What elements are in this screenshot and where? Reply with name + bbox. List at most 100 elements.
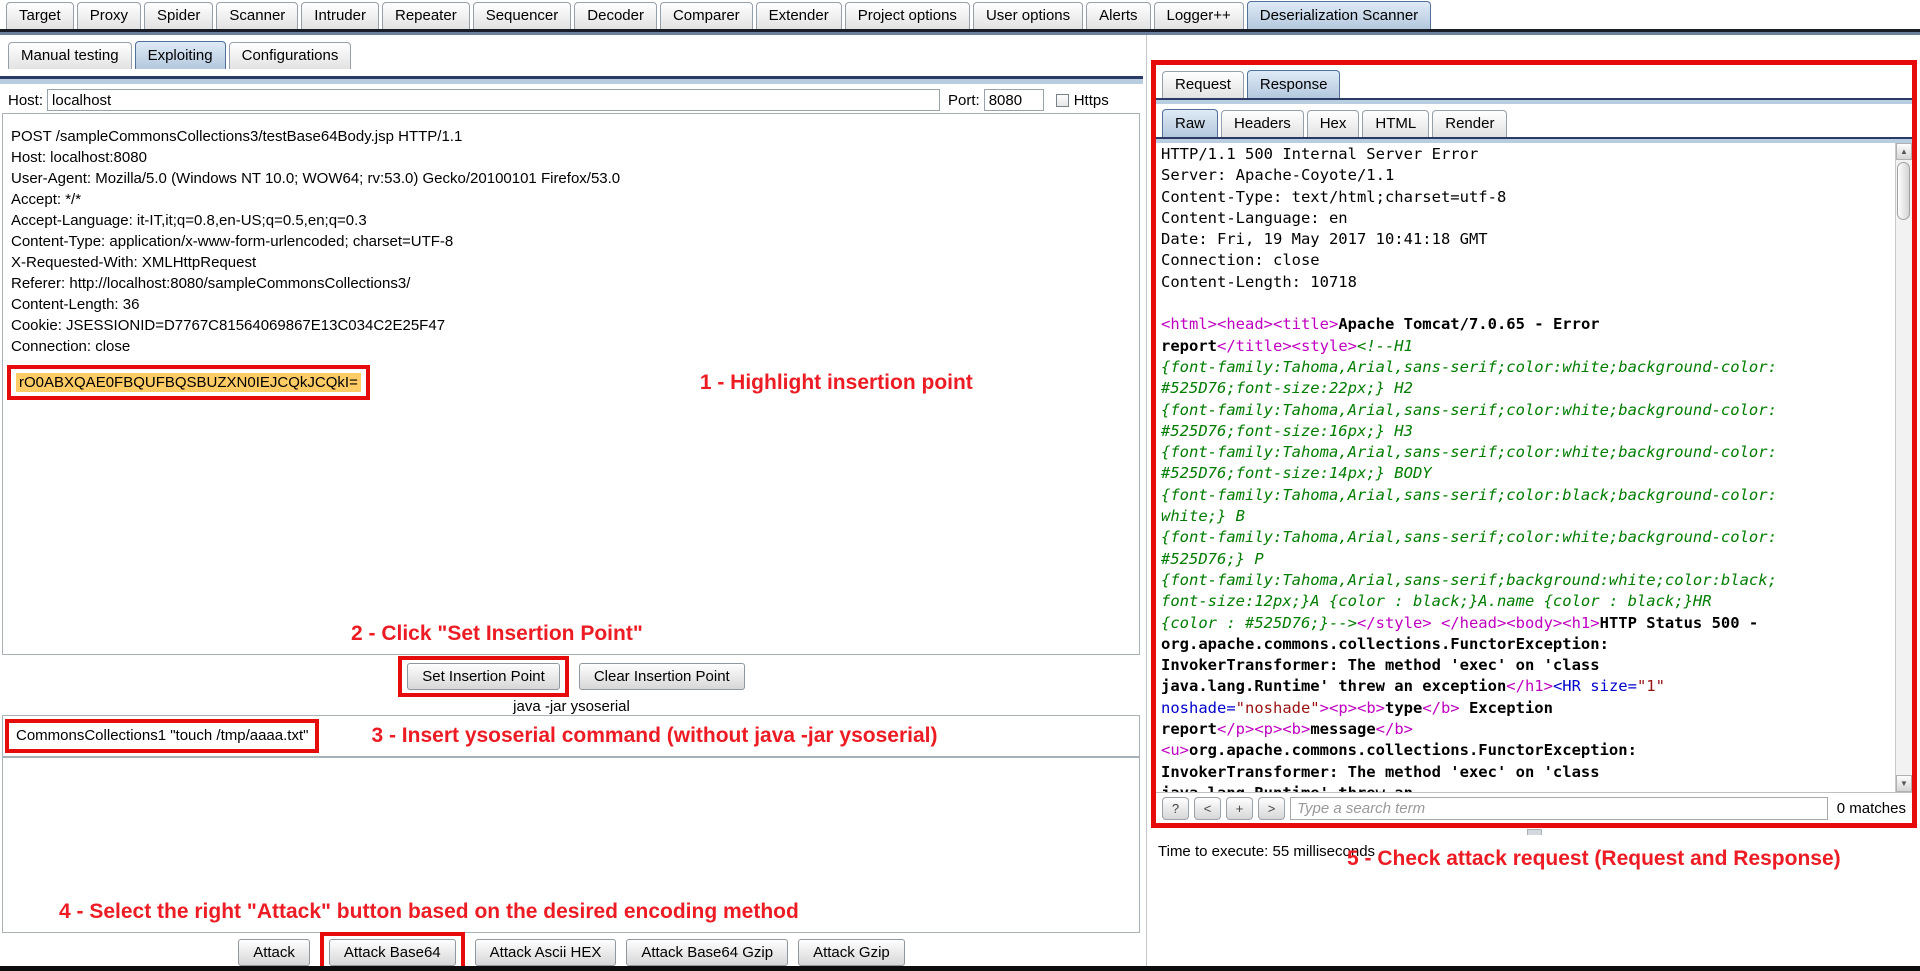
response-line: InvokerTransformer: The method 'exec' on… (1161, 763, 1892, 784)
scroll-down-icon[interactable]: ▼ (1896, 775, 1912, 792)
response-line: font-size:12px;}A {color : black;}A.name… (1161, 592, 1892, 613)
main-tab-comparer[interactable]: Comparer (660, 2, 753, 29)
main-tab-target[interactable]: Target (6, 2, 74, 29)
annotation-3: 3 - Insert ysoserial command (without ja… (371, 724, 937, 748)
request-editor[interactable]: POST /sampleCommonsCollections3/testBase… (2, 113, 1140, 655)
view-tab-raw[interactable]: Raw (1162, 109, 1218, 137)
request-line: Accept-Language: it-IT,it;q=0.8,en-US;q=… (11, 210, 1131, 231)
request-line: Referer: http://localhost:8080/sampleCom… (11, 273, 1131, 294)
exploit-output-area[interactable]: 4 - Select the right "Attack" button bas… (2, 757, 1140, 933)
search-prev-button[interactable]: < (1194, 797, 1221, 820)
response-line: #525D76;font-size:16px;} H3 (1161, 422, 1892, 443)
main-tab-sequencer[interactable]: Sequencer (473, 2, 572, 29)
annotation-4: 4 - Select the right "Attack" button bas… (59, 900, 799, 924)
port-input[interactable] (984, 89, 1044, 111)
attack-gzip-button[interactable]: Attack Gzip (798, 939, 905, 966)
response-line: org.apache.commons.collections.FunctorEx… (1161, 635, 1892, 656)
search-matches-count: 0 matches (1837, 800, 1906, 817)
response-line: Content-Length: 10718 (1161, 273, 1892, 294)
sub-tab-manual-testing[interactable]: Manual testing (8, 42, 132, 69)
request-line: Host: localhost:8080 (11, 147, 1131, 168)
main-tab-spider[interactable]: Spider (144, 2, 213, 29)
response-line: Content-Language: en (1161, 209, 1892, 230)
main-tab-proxy[interactable]: Proxy (77, 2, 141, 29)
request-line: POST /sampleCommonsCollections3/testBase… (11, 126, 1131, 147)
view-tab-headers[interactable]: Headers (1221, 110, 1304, 137)
sub-tab-configurations[interactable]: Configurations (229, 42, 352, 69)
annotation-5: 5 - Check attack request (Request and Re… (1347, 847, 1841, 871)
tab-response[interactable]: Response (1247, 70, 1341, 98)
scrollbar-thumb[interactable] (1897, 162, 1910, 220)
attack-base64-gzip-button[interactable]: Attack Base64 Gzip (626, 939, 788, 966)
deserialization-scanner-panel: Manual testingExploitingConfigurations H… (0, 35, 1143, 971)
sub-tab-exploiting[interactable]: Exploiting (135, 41, 226, 69)
set-insertion-point-button[interactable]: Set Insertion Point (407, 663, 560, 690)
main-tab-extender[interactable]: Extender (756, 2, 842, 29)
main-tab-user-options[interactable]: User options (973, 2, 1083, 29)
sub-tab-underline-2 (0, 79, 1143, 84)
https-checkbox[interactable] (1056, 94, 1069, 107)
main-tab-decoder[interactable]: Decoder (574, 2, 657, 29)
search-controls: ?<+> (1162, 797, 1285, 820)
ysoserial-command-value[interactable]: CommonsCollections1 "touch /tmp/aaaa.txt… (16, 727, 308, 744)
search-bar: ?<+> 0 matches (1156, 792, 1912, 823)
attack-ascii-hex-button[interactable]: Attack Ascii HEX (475, 939, 617, 966)
response-scrollbar[interactable]: ▲ ▼ (1895, 143, 1912, 792)
response-line: #525D76;font-size:22px;} H2 (1161, 379, 1892, 400)
main-tab-project-options[interactable]: Project options (845, 2, 970, 29)
annotation-2: 2 - Click "Set Insertion Point" (351, 623, 643, 644)
status-strip: Time to execute: 55 milliseconds 5 - Che… (1151, 835, 1920, 965)
response-line: InvokerTransformer: The method 'exec' on… (1161, 656, 1892, 677)
main-tab-repeater[interactable]: Repeater (382, 2, 470, 29)
search-help-button[interactable]: ? (1162, 797, 1189, 820)
insertion-button-row: Set Insertion Point Clear Insertion Poin… (0, 655, 1143, 697)
annotation-1: 1 - Highlight insertion point (700, 372, 973, 393)
search-case-button[interactable]: + (1226, 797, 1253, 820)
response-line: white;} B (1161, 507, 1892, 528)
request-headers: POST /sampleCommonsCollections3/testBase… (11, 126, 1131, 357)
main-tab-scanner[interactable]: Scanner (216, 2, 298, 29)
main-tab-deserialization-scanner[interactable]: Deserialization Scanner (1247, 1, 1431, 29)
attack-base64-button[interactable]: Attack Base64 (329, 939, 456, 966)
response-line: #525D76;} P (1161, 550, 1892, 571)
response-line: {font-family:Tahoma,Arial,sans-serif;bac… (1161, 571, 1892, 592)
host-row: Host: Port: Https (0, 87, 1143, 113)
annotation-box-2: Set Insertion Point (398, 656, 569, 697)
search-input[interactable] (1290, 797, 1828, 820)
response-text: HTTP/1.1 500 Internal Server ErrorServer… (1161, 145, 1892, 792)
time-to-execute-label: Time to execute: 55 milliseconds (1158, 843, 1375, 860)
request-line: User-Agent: Mozilla/5.0 (Windows NT 10.0… (11, 168, 1131, 189)
annotation-box-1: rO0ABXQAE0FBQUFBQSBUZXN0IEJCQkJCQkI= (7, 365, 370, 400)
view-tab-hex[interactable]: Hex (1307, 110, 1360, 137)
response-line: noshade="noshade"><p><b>type</b> Excepti… (1161, 699, 1892, 720)
base64-payload-highlight[interactable]: rO0ABXQAE0FBQUFBQSBUZXN0IEJCQkJCQkI= (16, 373, 361, 392)
burp-suite-window: TargetProxySpiderScannerIntruderRepeater… (0, 0, 1920, 971)
port-label: Port: (948, 92, 980, 109)
request-line: Cookie: JSESSIONID=D7767C81564069867E13C… (11, 315, 1131, 336)
response-line: {font-family:Tahoma,Arial,sans-serif;col… (1161, 358, 1892, 379)
search-next-button[interactable]: > (1258, 797, 1285, 820)
scroll-up-icon[interactable]: ▲ (1896, 143, 1912, 160)
clear-insertion-point-button[interactable]: Clear Insertion Point (579, 663, 745, 690)
payload-row: rO0ABXQAE0FBQUFBQSBUZXN0IEJCQkJCQkI= 1 -… (11, 360, 1131, 404)
view-tab-html[interactable]: HTML (1362, 110, 1429, 137)
rr-tab-bar: RequestResponse (1162, 70, 1912, 98)
response-line (1161, 294, 1892, 315)
main-tab-alerts[interactable]: Alerts (1086, 2, 1150, 29)
response-line: #525D76;font-size:14px;} BODY (1161, 464, 1892, 485)
ysoserial-command-field[interactable]: CommonsCollections1 "touch /tmp/aaaa.txt… (2, 715, 1140, 757)
rr-tab-underline-2 (1156, 100, 1912, 104)
response-raw-view[interactable]: HTTP/1.1 500 Internal Server ErrorServer… (1156, 143, 1912, 792)
panel-divider[interactable] (1143, 35, 1151, 966)
response-line: Date: Fri, 19 May 2017 10:41:18 GMT (1161, 230, 1892, 251)
attack-button[interactable]: Attack (238, 939, 310, 966)
view-tab-render[interactable]: Render (1432, 110, 1507, 137)
main-tab-logger[interactable]: Logger++ (1154, 2, 1244, 29)
annotation-box-3: CommonsCollections1 "touch /tmp/aaaa.txt… (5, 719, 319, 753)
window-bottom-edge (0, 966, 1920, 971)
https-label: Https (1074, 92, 1109, 109)
host-input[interactable] (47, 89, 940, 111)
tab-request[interactable]: Request (1162, 71, 1244, 98)
main-tab-intruder[interactable]: Intruder (301, 2, 379, 29)
request-line: Accept: */* (11, 189, 1131, 210)
